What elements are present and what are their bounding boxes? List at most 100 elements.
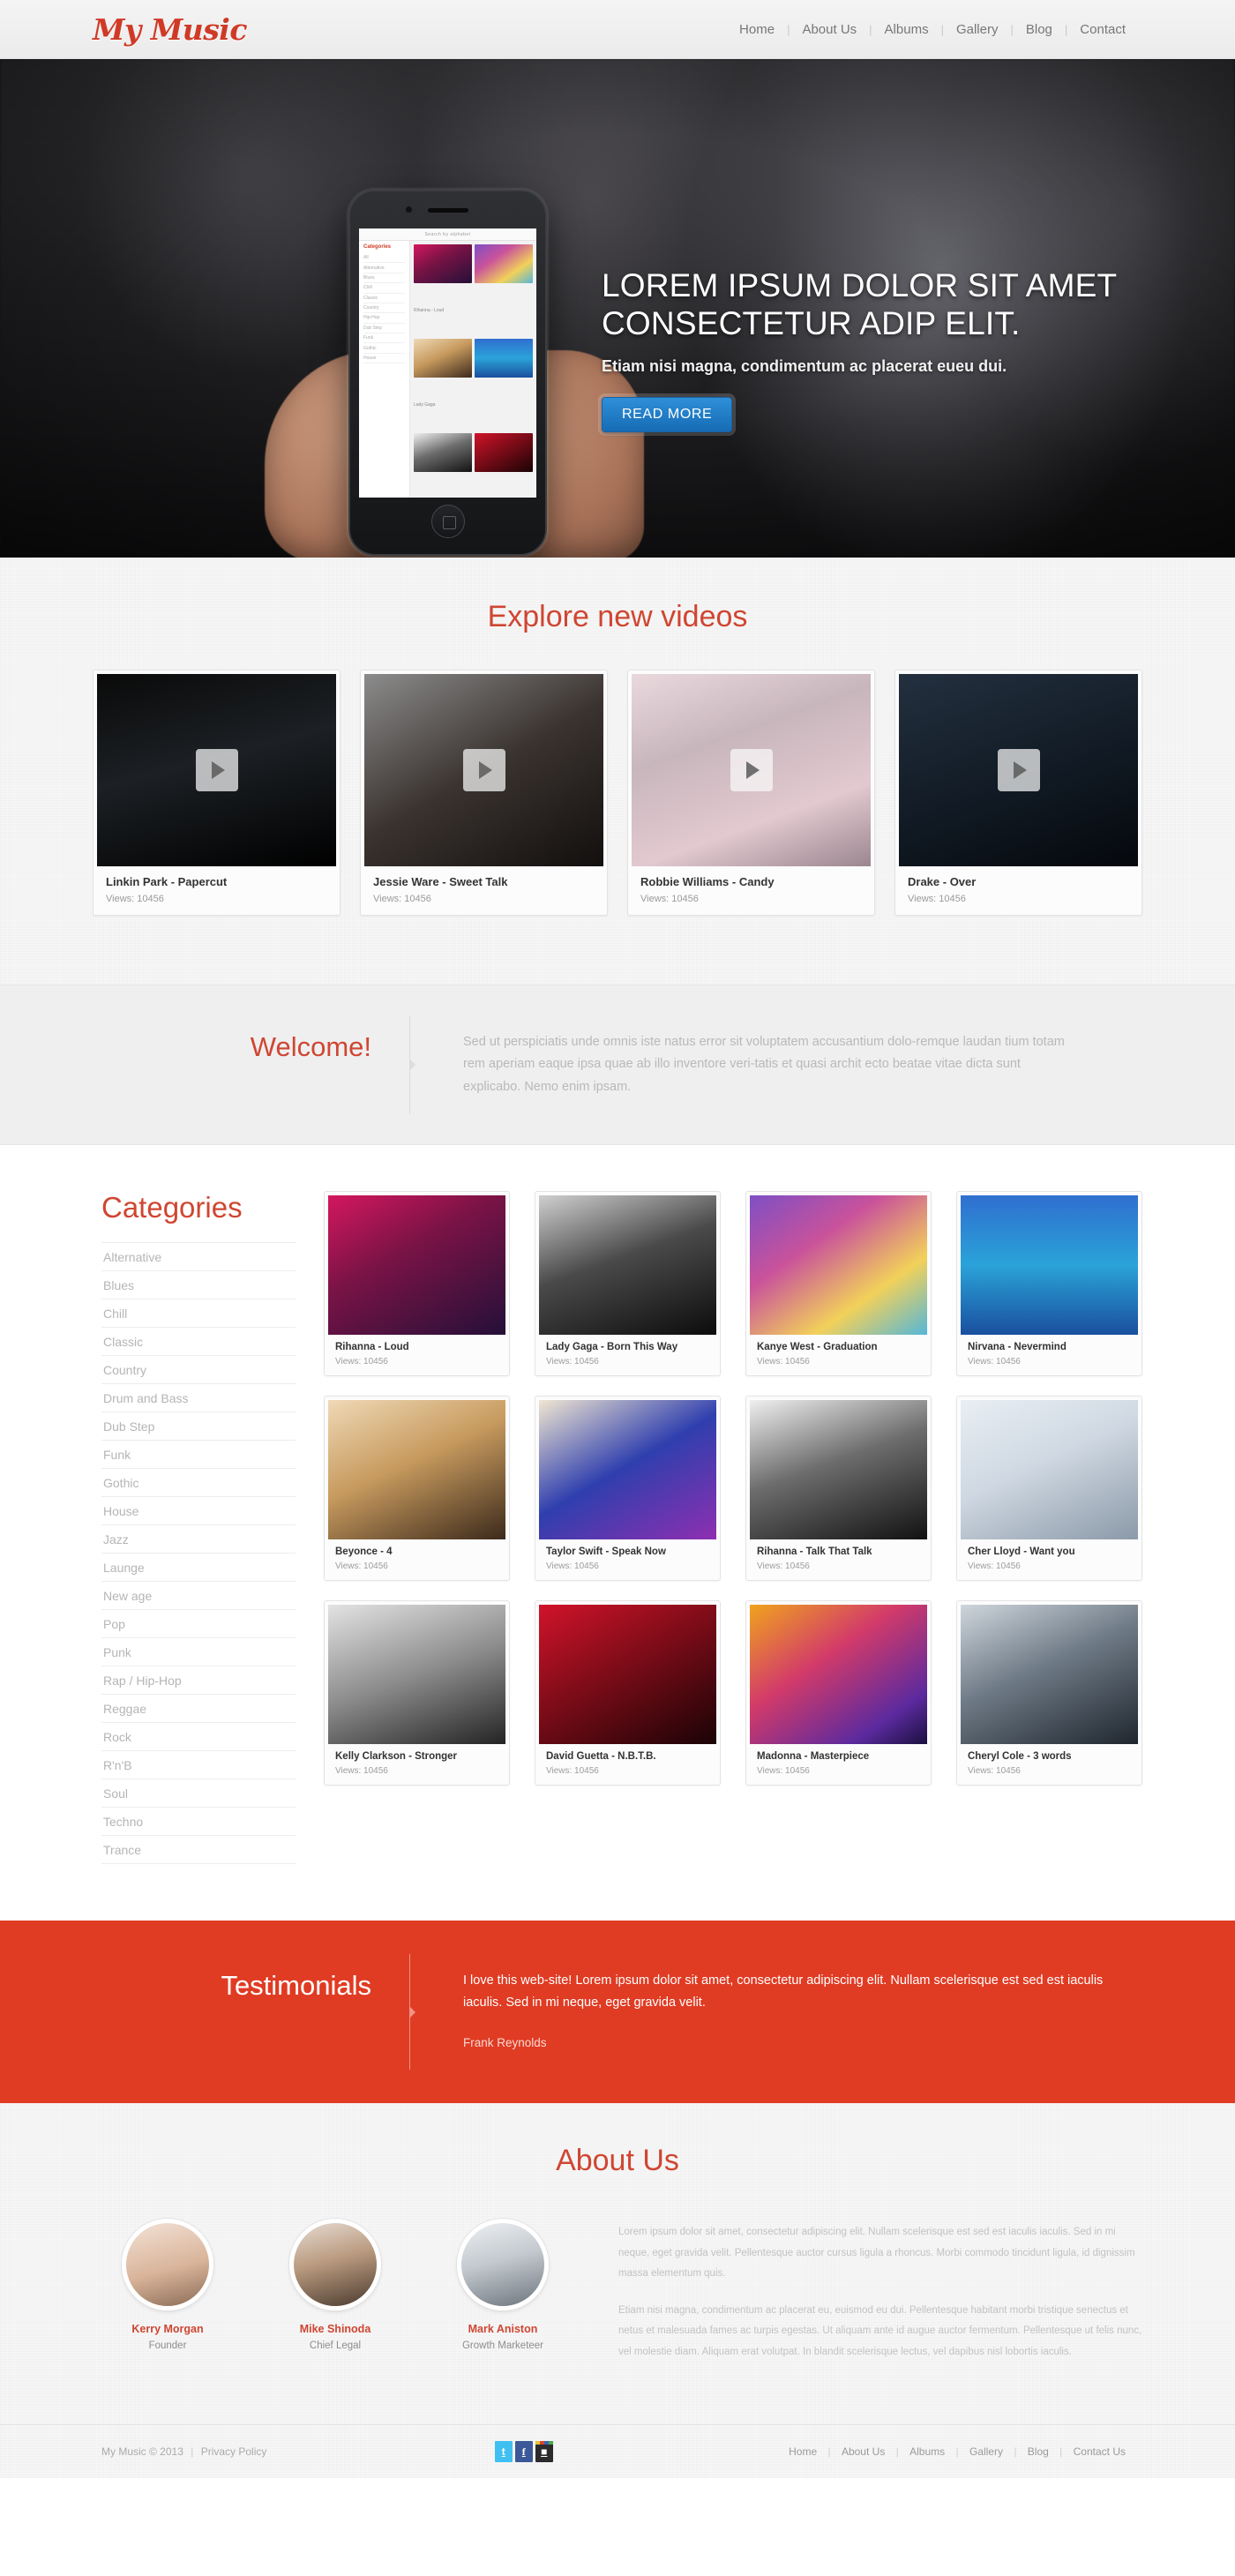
album-thumbnail[interactable] (961, 1195, 1138, 1336)
video-thumbnail[interactable] (899, 674, 1138, 866)
album-thumbnail[interactable] (328, 1400, 505, 1540)
album-card[interactable]: David Guetta - N.B.T.B. Views: 10456 (535, 1600, 721, 1786)
facebook-icon[interactable]: f (514, 2441, 533, 2463)
album-card[interactable]: Taylor Swift - Speak Now Views: 10456 (535, 1396, 721, 1582)
nav-item-contact[interactable]: Contact (1067, 22, 1138, 37)
footer-nav-home[interactable]: Home (781, 2445, 825, 2458)
sidebar-item-country[interactable]: Country (101, 1356, 296, 1383)
sidebar-item-new-age[interactable]: New age (101, 1582, 296, 1609)
play-icon[interactable] (730, 749, 773, 791)
sidebar-item-rnb[interactable]: R'n'B (101, 1751, 296, 1778)
album-card[interactable]: Cheryl Cole - 3 words Views: 10456 (956, 1600, 1142, 1786)
nav-item-about-us[interactable]: About Us (790, 22, 869, 37)
list-item[interactable]: Classic (101, 1328, 296, 1357)
list-item[interactable]: Drum and Bass (101, 1384, 296, 1413)
album-thumbnail[interactable] (961, 1400, 1138, 1540)
video-card[interactable]: Jessie Ware - Sweet Talk Views: 10456 (360, 670, 608, 916)
video-thumbnail[interactable] (364, 674, 603, 866)
instagram-icon[interactable]: ■ (535, 2441, 553, 2463)
play-icon[interactable] (462, 749, 505, 791)
sidebar-item-funk[interactable]: Funk (101, 1441, 296, 1468)
video-card[interactable]: Drake - Over Views: 10456 (894, 670, 1142, 916)
list-item[interactable]: Punk (101, 1638, 296, 1667)
twitter-icon[interactable]: t (494, 2441, 513, 2463)
video-card[interactable]: Robbie Williams - Candy Views: 10456 (627, 670, 875, 916)
list-item[interactable]: Blues (101, 1271, 296, 1300)
album-thumbnail[interactable] (750, 1605, 927, 1745)
sidebar-item-classic[interactable]: Classic (101, 1328, 296, 1355)
sidebar-item-launge[interactable]: Launge (101, 1554, 296, 1581)
sidebar-item-drum-and-bass[interactable]: Drum and Bass (101, 1384, 296, 1412)
album-thumbnail[interactable] (328, 1605, 505, 1745)
video-thumbnail[interactable] (97, 674, 336, 866)
video-thumbnail[interactable] (632, 674, 871, 866)
sidebar-item-trance[interactable]: Trance (101, 1836, 296, 1863)
list-item[interactable]: Launge (101, 1554, 296, 1583)
list-item[interactable]: Techno (101, 1808, 296, 1837)
sidebar-item-house[interactable]: House (101, 1497, 296, 1524)
list-item[interactable]: Chill (101, 1299, 296, 1329)
sidebar-item-reggae[interactable]: Reggae (101, 1695, 296, 1722)
list-item[interactable]: Country (101, 1356, 296, 1385)
album-thumbnail[interactable] (539, 1195, 716, 1336)
nav-item-albums[interactable]: Albums (872, 22, 941, 37)
site-logo[interactable]: My Music (93, 12, 247, 47)
list-item[interactable]: Soul (101, 1779, 296, 1808)
list-item[interactable]: Rock (101, 1723, 296, 1752)
footer-nav-about-us[interactable]: About Us (834, 2445, 893, 2458)
nav-item-blog[interactable]: Blog (1014, 22, 1065, 37)
album-card[interactable]: Beyonce - 4 Views: 10456 (324, 1396, 510, 1582)
list-item[interactable]: Reggae (101, 1695, 296, 1724)
list-item[interactable]: Pop (101, 1610, 296, 1639)
sidebar-item-punk[interactable]: Punk (101, 1638, 296, 1666)
album-title: Rihanna - Talk That Talk (757, 1546, 872, 1558)
album-thumbnail[interactable] (539, 1605, 716, 1745)
album-thumbnail[interactable] (539, 1400, 716, 1540)
sidebar-item-jazz[interactable]: Jazz (101, 1525, 296, 1553)
footer-nav-albums[interactable]: Albums (902, 2445, 953, 2458)
album-card[interactable]: Kelly Clarkson - Stronger Views: 10456 (324, 1600, 510, 1786)
album-card[interactable]: Rihanna - Loud Views: 10456 (324, 1191, 510, 1377)
play-icon[interactable] (997, 749, 1040, 791)
album-card[interactable]: Nirvana - Nevermind Views: 10456 (956, 1191, 1142, 1377)
album-card[interactable]: Cher Lloyd - Want you Views: 10456 (956, 1396, 1142, 1582)
album-thumbnail[interactable] (961, 1605, 1138, 1745)
list-item[interactable]: House (101, 1497, 296, 1526)
list-item[interactable]: Jazz (101, 1525, 296, 1554)
play-icon[interactable] (195, 749, 238, 791)
nav-item-home[interactable]: Home (727, 22, 787, 37)
read-more-button[interactable]: READ MORE (602, 396, 733, 432)
list-item[interactable]: New age (101, 1582, 296, 1611)
site-header: My Music Home | About Us | Albums | Gall… (0, 0, 1235, 59)
list-item[interactable]: Alternative (101, 1242, 296, 1272)
sidebar-item-dub-step[interactable]: Dub Step (101, 1412, 296, 1440)
sidebar-item-blues[interactable]: Blues (101, 1271, 296, 1299)
sidebar-item-pop[interactable]: Pop (101, 1610, 296, 1637)
list-item[interactable]: Rap / Hip-Hop (101, 1666, 296, 1696)
album-thumbnail[interactable] (750, 1400, 927, 1540)
album-thumbnail[interactable] (328, 1195, 505, 1336)
video-card[interactable]: Linkin Park - Papercut Views: 10456 (93, 670, 341, 916)
footer-nav-blog[interactable]: Blog (1020, 2445, 1057, 2458)
album-card[interactable]: Lady Gaga - Born This Way Views: 10456 (535, 1191, 721, 1377)
list-item[interactable]: R'n'B (101, 1751, 296, 1780)
album-card[interactable]: Rihanna - Talk That Talk Views: 10456 (745, 1396, 932, 1582)
sidebar-item-alternative[interactable]: Alternative (101, 1243, 296, 1270)
footer-nav-gallery[interactable]: Gallery (962, 2445, 1011, 2458)
list-item[interactable]: Funk (101, 1441, 296, 1470)
sidebar-item-rap-hip-hop[interactable]: Rap / Hip-Hop (101, 1666, 296, 1694)
list-item[interactable]: Gothic (101, 1469, 296, 1498)
privacy-policy-link[interactable]: Privacy Policy (201, 2445, 267, 2458)
sidebar-item-chill[interactable]: Chill (101, 1299, 296, 1327)
nav-item-gallery[interactable]: Gallery (944, 22, 1011, 37)
sidebar-item-soul[interactable]: Soul (101, 1779, 296, 1807)
album-card[interactable]: Kanye West - Graduation Views: 10456 (745, 1191, 932, 1377)
footer-nav-contact-us[interactable]: Contact Us (1066, 2445, 1134, 2458)
album-thumbnail[interactable] (750, 1195, 927, 1336)
sidebar-item-gothic[interactable]: Gothic (101, 1469, 296, 1496)
list-item[interactable]: Trance (101, 1836, 296, 1865)
list-item[interactable]: Dub Step (101, 1412, 296, 1442)
sidebar-item-techno[interactable]: Techno (101, 1808, 296, 1835)
album-card[interactable]: Madonna - Masterpiece Views: 10456 (745, 1600, 932, 1786)
sidebar-item-rock[interactable]: Rock (101, 1723, 296, 1750)
